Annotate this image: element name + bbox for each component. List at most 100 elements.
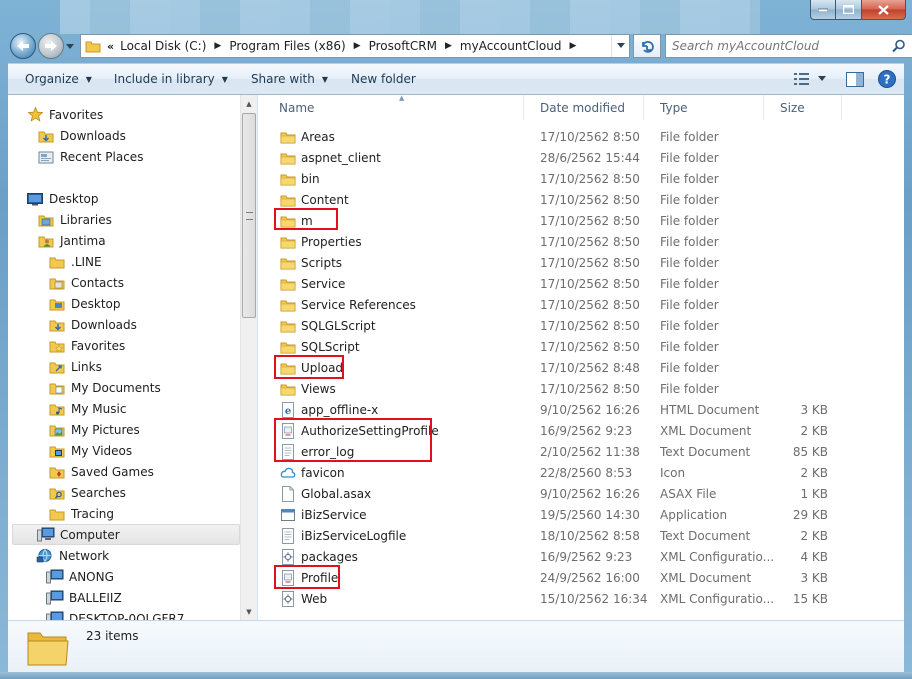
tree-item-saved-games[interactable]: Saved Games [48, 461, 154, 482]
navigation-pane-scrollbar[interactable]: ▲ ▼ [240, 95, 257, 620]
tree-item-desktop[interactable]: Desktop [26, 188, 99, 209]
scrollbar-thumb[interactable] [242, 113, 256, 318]
breadcrumb-separator-icon[interactable]: ▶ [214, 41, 221, 51]
file-name-cell[interactable]: Service [262, 276, 524, 292]
close-button[interactable] [862, 0, 906, 20]
table-row[interactable]: Global.asax 9/10/2562 16:26 ASAX File 1 KB [262, 483, 904, 504]
file-name-cell[interactable]: Views [262, 381, 524, 397]
new-folder-button[interactable]: New folder [337, 64, 425, 94]
tree-item-balleiiz[interactable]: BALLEIIZ [46, 587, 122, 608]
view-options-dropdown[interactable] [818, 68, 826, 90]
table-row[interactable]: SQLGLScript 17/10/2562 8:50 File folder [262, 315, 904, 336]
search-icon[interactable] [892, 39, 906, 53]
tree-item-computer[interactable]: Computer [12, 524, 240, 545]
file-name-cell[interactable]: Service References [262, 297, 524, 313]
table-row[interactable]: iBizService 19/5/2560 14:30 Application 29 … [262, 504, 904, 525]
table-row[interactable]: Views 17/10/2562 8:50 File folder [262, 378, 904, 399]
tree-item-favorites-folder[interactable]: Favorites [48, 335, 125, 356]
table-row[interactable]: Properties 17/10/2562 8:50 File folder [262, 231, 904, 252]
file-name-cell[interactable]: bin [262, 171, 524, 187]
search-input[interactable] [672, 39, 884, 53]
tree-item-searches[interactable]: Searches [48, 482, 126, 503]
tree-item-my-videos[interactable]: My Videos [48, 440, 132, 461]
organize-menu[interactable]: Organize ▼ [8, 64, 101, 94]
table-row[interactable]: bin 17/10/2562 8:50 File folder [262, 168, 904, 189]
tree-item-tracing[interactable]: Tracing [48, 503, 114, 524]
change-view-button[interactable] [794, 68, 810, 90]
file-name-cell[interactable]: packages [262, 548, 524, 565]
tree-item-desktop-0olgfr7[interactable]: DESKTOP-0OLGFR7 [46, 608, 184, 620]
file-name-cell[interactable]: Profile [262, 569, 524, 586]
breadcrumb-item[interactable]: Program Files (x86) [229, 39, 345, 53]
help-button[interactable]: ? [878, 68, 896, 90]
table-row[interactable]: Web 15/10/2562 16:34 XML Configuratio... 15… [262, 588, 904, 609]
table-row[interactable]: e app_offline-x 9/10/2562 16:26 HTML Docume… [262, 399, 904, 420]
breadcrumb-separator-icon[interactable]: ▶ [569, 41, 576, 51]
file-name-cell[interactable]: iBizService [262, 507, 524, 523]
share-with-menu[interactable]: Share with ▼ [237, 64, 337, 94]
file-name-cell[interactable]: error_log [262, 443, 524, 460]
include-in-library-menu[interactable]: Include in library ▼ [101, 64, 237, 94]
table-row[interactable]: aspnet_client 28/6/2562 15:44 File folder [262, 147, 904, 168]
address-bar[interactable]: « Local Disk (C:) ▶ Program Files (x86) … [80, 34, 630, 58]
tree-item-my-music[interactable]: My Music [48, 398, 126, 419]
table-row[interactable]: packages 16/9/2562 9:23 XML Configuratio..… [262, 546, 904, 567]
scroll-up-icon[interactable]: ▲ [241, 95, 257, 112]
preview-pane-button[interactable] [846, 68, 864, 90]
breadcrumb-item[interactable]: myAccountCloud [460, 39, 562, 53]
table-row[interactable]: error_log 2/10/2562 11:38 Text Document 85 … [262, 441, 904, 462]
tree-item-desktop-folder[interactable]: Desktop [48, 293, 121, 314]
tree-item-downloads[interactable]: Downloads [37, 125, 126, 146]
table-row[interactable]: Profile 24/9/2562 16:00 XML Document 3 KB [262, 567, 904, 588]
file-name-cell[interactable]: aspnet_client [262, 150, 524, 166]
recent-pages-dropdown[interactable] [66, 39, 74, 53]
table-row[interactable]: Service 17/10/2562 8:50 File folder [262, 273, 904, 294]
file-name-cell[interactable]: Areas [262, 129, 524, 145]
tree-item-my-pictures[interactable]: My Pictures [48, 419, 140, 440]
breadcrumb-overflow[interactable]: « [107, 40, 114, 53]
table-row[interactable]: AuthorizeSettingProfile 16/9/2562 9:23 XML… [262, 420, 904, 441]
table-row[interactable]: Upload 17/10/2562 8:48 File folder [262, 357, 904, 378]
table-row[interactable]: SQLScript 17/10/2562 8:50 File folder [262, 336, 904, 357]
file-name-cell[interactable]: iBizServiceLogfile [262, 527, 524, 544]
table-row[interactable]: Content 17/10/2562 8:50 File folder [262, 189, 904, 210]
tree-item-links[interactable]: Links [48, 356, 102, 377]
tree-item-libraries[interactable]: Libraries [37, 209, 112, 230]
back-button[interactable] [10, 33, 36, 59]
file-name-cell[interactable]: AuthorizeSettingProfile [262, 422, 524, 439]
file-name-cell[interactable]: SQLScript [262, 339, 524, 355]
table-row[interactable]: Service References 17/10/2562 8:50 File fo… [262, 294, 904, 315]
table-row[interactable]: m 17/10/2562 8:50 File folder [262, 210, 904, 231]
forward-button[interactable] [38, 33, 64, 59]
table-row[interactable]: Scripts 17/10/2562 8:50 File folder [262, 252, 904, 273]
tree-item-my-documents[interactable]: My Documents [48, 377, 161, 398]
column-header-name[interactable]: ▲ Name [262, 94, 524, 120]
column-header-type[interactable]: Type [644, 95, 764, 120]
maximize-button[interactable] [836, 0, 862, 20]
file-name-cell[interactable]: Global.asax [262, 485, 524, 502]
file-name-cell[interactable]: SQLGLScript [262, 318, 524, 334]
file-name-cell[interactable]: Scripts [262, 255, 524, 271]
file-name-cell[interactable]: e app_offline-x [262, 401, 524, 418]
breadcrumb-separator-icon[interactable]: ▶ [354, 41, 361, 51]
tree-item-line[interactable]: .LINE [48, 251, 102, 272]
tree-item-anong[interactable]: ANONG [46, 566, 114, 587]
tree-item-jantima[interactable]: Jantima [37, 230, 106, 251]
tree-item-recent-places[interactable]: Recent Places [37, 146, 143, 167]
tree-item-contacts[interactable]: Contacts [48, 272, 124, 293]
refresh-button[interactable] [633, 34, 661, 58]
tree-item-network[interactable]: Network [36, 545, 109, 566]
breadcrumb-item[interactable]: Local Disk (C:) [120, 39, 206, 53]
table-row[interactable]: iBizServiceLogfile 18/10/2562 8:58 Text Do… [262, 525, 904, 546]
search-box[interactable] [665, 34, 912, 58]
minimize-button[interactable] [810, 0, 836, 20]
file-name-cell[interactable]: Upload [262, 360, 524, 376]
file-name-cell[interactable]: Properties [262, 234, 524, 250]
column-header-date[interactable]: Date modified [524, 95, 644, 120]
scroll-down-icon[interactable]: ▼ [241, 603, 257, 620]
tree-item-downloads-folder[interactable]: Downloads [48, 314, 137, 335]
breadcrumb-item[interactable]: ProsoftCRM [369, 39, 437, 53]
tree-item-favorites[interactable]: Favorites [26, 104, 103, 125]
file-name-cell[interactable]: Web [262, 590, 524, 607]
file-name-cell[interactable]: m [262, 213, 524, 229]
